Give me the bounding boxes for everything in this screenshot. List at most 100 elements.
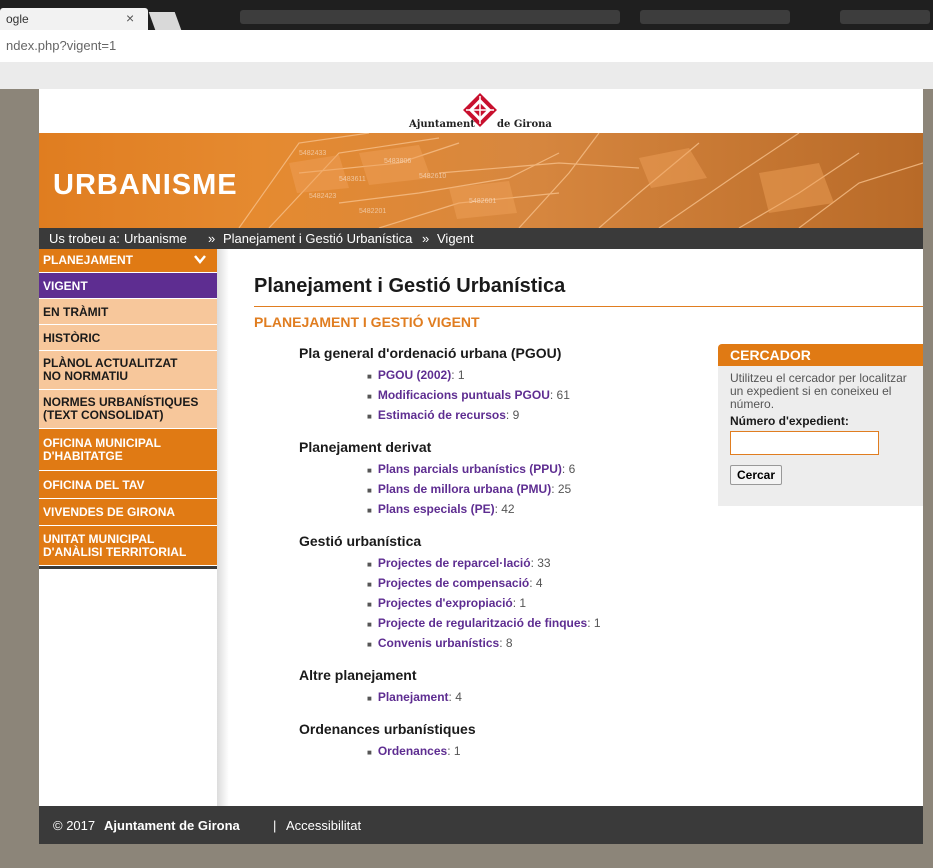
list-item: ■ Ordenances: 1 bbox=[367, 744, 461, 758]
blurred-tab bbox=[640, 10, 790, 24]
list-item: ■ Projecte de regularització de finques: … bbox=[367, 616, 601, 630]
sidebar-item-en-tramit[interactable]: EN TRÀMIT bbox=[39, 299, 217, 325]
list-item-link[interactable]: PGOU (2002) bbox=[378, 368, 451, 382]
list-item-link[interactable]: Estimació de recursos bbox=[378, 408, 506, 422]
sidebar-item-label: PLÀNOL ACTUALITZAT NO NORMATIU bbox=[43, 356, 178, 383]
bullet-icon: ■ bbox=[367, 620, 372, 629]
content-shadow bbox=[217, 249, 229, 806]
title-divider bbox=[254, 306, 923, 307]
bullet-icon: ■ bbox=[367, 466, 372, 475]
new-tab-button[interactable] bbox=[148, 12, 182, 30]
bullet-icon: ■ bbox=[367, 580, 372, 589]
list-item-link[interactable]: Projectes de compensació bbox=[378, 576, 529, 590]
sidebar: PLANEJAMENT VIGENT EN TRÀMIT HISTÒRIC PL… bbox=[39, 249, 217, 569]
sidebar-item-normes[interactable]: NORMES URBANÍSTIQUES (TEXT CONSOLIDAT) bbox=[39, 390, 217, 429]
list-item-link[interactable]: Projectes d'expropiació bbox=[378, 596, 513, 610]
breadcrumb-separator: » bbox=[422, 231, 430, 246]
list-item: ■ Plans especials (PE): 42 bbox=[367, 502, 515, 516]
chevron-down-icon bbox=[194, 255, 206, 264]
ajuntament-logo[interactable]: Ajuntament de Girona bbox=[402, 91, 552, 131]
sidebar-item-label: EN TRÀMIT bbox=[43, 305, 109, 319]
list-item: ■ Planejament: 4 bbox=[367, 690, 462, 704]
breadcrumb-link-urbanisme[interactable]: Urbanisme bbox=[124, 231, 187, 246]
list-item-count: : 1 bbox=[512, 596, 527, 610]
section-title: Altre planejament bbox=[299, 667, 417, 683]
bullet-icon: ■ bbox=[367, 392, 372, 401]
sidebar-item-historic[interactable]: HISTÒRIC bbox=[39, 325, 217, 351]
section-title: Gestió urbanística bbox=[299, 533, 422, 549]
list-item-link[interactable]: Modificacions puntuals PGOU bbox=[378, 388, 550, 402]
bullet-icon: ■ bbox=[367, 506, 372, 515]
list-item-link[interactable]: Convenis urbanístics bbox=[378, 636, 499, 650]
sidebar-item-label: OFICINA DEL TAV bbox=[43, 478, 145, 492]
sidebar-item-label: UNITAT MUNICIPAL D'ANÀLISI TERRITORIAL bbox=[43, 532, 187, 559]
search-help-text: Utilitzeu el cercador per localitzar un … bbox=[730, 371, 907, 411]
page-title: Planejament i Gestió Urbanística bbox=[254, 275, 566, 297]
accessibility-link[interactable]: Accessibilitat bbox=[286, 818, 361, 833]
list-item-link[interactable]: Planejament bbox=[378, 690, 449, 704]
svg-text:5482423: 5482423 bbox=[309, 193, 336, 200]
search-panel-body: Utilitzeu el cercador per localitzar un … bbox=[718, 366, 923, 506]
tab-close-icon[interactable]: × bbox=[126, 10, 134, 26]
footer-copyright: © 2017 bbox=[53, 818, 96, 833]
list-item-count: : 1 bbox=[451, 368, 465, 382]
svg-text:5483611: 5483611 bbox=[339, 176, 366, 183]
sidebar-item-vivendes[interactable]: VIVENDES DE GIRONA bbox=[39, 499, 217, 526]
bullet-icon: ■ bbox=[367, 748, 372, 757]
sidebar-item-unitat[interactable]: UNITAT MUNICIPAL D'ANÀLISI TERRITORIAL bbox=[39, 526, 217, 566]
expedient-input[interactable] bbox=[730, 431, 879, 455]
sidebar-item-label: HISTÒRIC bbox=[43, 331, 101, 345]
address-bar[interactable]: ndex.php?vigent=1 bbox=[0, 30, 933, 63]
bullet-icon: ■ bbox=[367, 694, 372, 703]
banner: 5482433 5483611 5483806 5482610 5482423 … bbox=[39, 133, 923, 228]
list-item-count: : 1 bbox=[587, 616, 601, 630]
search-button[interactable]: Cercar bbox=[730, 465, 783, 485]
sidebar-item-label: NORMES URBANÍSTIQUES (TEXT CONSOLIDAT) bbox=[43, 395, 199, 422]
list-item-count: : 4 bbox=[529, 576, 543, 590]
svg-text:5482433: 5482433 bbox=[299, 150, 326, 157]
svg-text:5482610: 5482610 bbox=[419, 173, 446, 180]
list-item-count: : 9 bbox=[505, 408, 520, 422]
sidebar-item-label: OFICINA MUNICIPAL D'HABITATGE bbox=[43, 436, 161, 463]
list-item: ■ Projectes de reparcel·lació: 33 bbox=[367, 556, 551, 570]
breadcrumb-current: Vigent bbox=[437, 231, 474, 246]
bullet-icon: ■ bbox=[367, 640, 372, 649]
list-item-link[interactable]: Ordenances bbox=[378, 744, 447, 758]
page-container: Ajuntament de Girona 5482433 5483611 548… bbox=[39, 89, 923, 844]
sidebar-item-label: PLANEJAMENT bbox=[43, 253, 134, 267]
browser-tab[interactable]: ogle × bbox=[0, 8, 148, 30]
list-item-link[interactable]: Projecte de regularització de finques bbox=[378, 616, 587, 630]
bullet-icon: ■ bbox=[367, 412, 372, 421]
list-item-link[interactable]: Plans de millora urbana (PMU) bbox=[378, 482, 551, 496]
list-item-count: : 33 bbox=[530, 556, 551, 570]
list-item-count: : 42 bbox=[494, 502, 515, 516]
list-item: ■ Modificacions puntuals PGOU: 61 bbox=[367, 388, 570, 402]
section-title: Ordenances urbanístiques bbox=[299, 721, 476, 737]
sidebar-item-planol[interactable]: PLÀNOL ACTUALITZAT NO NORMATIU bbox=[39, 351, 217, 390]
sidebar-item-planejament[interactable]: PLANEJAMENT bbox=[39, 249, 217, 273]
bookmarks-bar bbox=[0, 62, 933, 89]
search-panel-title: CERCADOR bbox=[718, 344, 923, 366]
list-item: ■ PGOU (2002): 1 bbox=[367, 368, 465, 382]
list-item: ■ Convenis urbanístics: 8 bbox=[367, 636, 513, 650]
list-item-link[interactable]: Plans especials (PE) bbox=[378, 502, 495, 516]
svg-text:5482601: 5482601 bbox=[469, 198, 496, 205]
sidebar-item-oficina-tav[interactable]: OFICINA DEL TAV bbox=[39, 471, 217, 499]
list-item-link[interactable]: Projectes de reparcel·lació bbox=[378, 556, 531, 570]
breadcrumb-link-planejament[interactable]: Planejament i Gestió Urbanística bbox=[223, 231, 412, 246]
list-item-link[interactable]: Plans parcials urbanístics (PPU) bbox=[378, 462, 562, 476]
expedient-label: Número d'expedient: bbox=[730, 414, 849, 428]
list-item-count: : 4 bbox=[448, 690, 462, 704]
browser-tab-bar: ogle × bbox=[0, 0, 933, 30]
list-item: ■ Plans parcials urbanístics (PPU): 6 bbox=[367, 462, 575, 476]
list-item: ■ Projectes de compensació: 4 bbox=[367, 576, 543, 590]
sidebar-item-oficina-habitatge[interactable]: OFICINA MUNICIPAL D'HABITATGE bbox=[39, 429, 217, 471]
bullet-icon: ■ bbox=[367, 486, 372, 495]
breadcrumb: Us trobeu a: Urbanisme » Planejament i G… bbox=[39, 228, 923, 249]
bullet-icon: ■ bbox=[367, 372, 372, 381]
banner-title[interactable]: URBANISME bbox=[53, 169, 238, 202]
sidebar-bottom-divider bbox=[39, 566, 217, 569]
footer-org: Ajuntament de Girona bbox=[104, 818, 240, 833]
sidebar-item-vigent[interactable]: VIGENT bbox=[39, 273, 217, 299]
breadcrumb-separator: » bbox=[208, 231, 216, 246]
